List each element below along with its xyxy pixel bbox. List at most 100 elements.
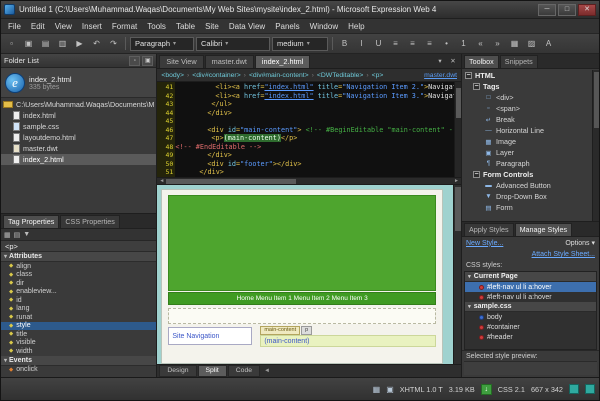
scrollbar-thumb[interactable] <box>594 72 599 128</box>
view-tabs-scroll-icon[interactable]: ◄ <box>264 368 270 374</box>
attribute-row-runat[interactable]: ◆runat <box>1 313 156 322</box>
design-scrollbar[interactable] <box>453 185 461 364</box>
style-item-body[interactable]: body <box>465 312 596 322</box>
open-file-button[interactable]: ▣ <box>21 36 36 51</box>
doctype-indicator[interactable]: XHTML 1.0 T <box>400 385 443 394</box>
breadcrumb-item-0[interactable]: <body> <box>161 72 184 79</box>
minimize-button[interactable]: ─ <box>538 4 556 16</box>
document-tab-master-dwt[interactable]: master.dwt <box>205 55 254 68</box>
folder-list-item-layoutdemo-html[interactable]: layoutdemo.html <box>1 132 156 143</box>
new-folder-button[interactable]: ▣ <box>142 56 153 66</box>
toolbox-item-break[interactable]: ↵Break <box>462 114 599 125</box>
section-header-attributes[interactable]: ▾Attributes <box>1 252 156 262</box>
attribute-row-align[interactable]: ◆align <box>1 262 156 271</box>
font-family-select[interactable]: Calibri ▾ <box>196 37 270 51</box>
toolbox-group-html[interactable]: −HTML <box>462 70 599 81</box>
align-left-button[interactable]: ≡ <box>388 36 403 51</box>
new-style-link[interactable]: New Style... <box>466 240 503 247</box>
menu-edit[interactable]: Edit <box>26 21 50 32</box>
close-document-button[interactable]: ✕ <box>447 57 459 68</box>
menu-site[interactable]: Site <box>200 21 224 32</box>
folder-list-item-index-html[interactable]: index.html <box>1 110 156 121</box>
font-size-select[interactable]: medium ▾ <box>272 37 328 51</box>
toolbox-item-advanced-button[interactable]: ▬Advanced Button <box>462 180 599 191</box>
toolbox-item-horizontal-line[interactable]: —Horizontal Line <box>462 125 599 136</box>
highlight-color-button[interactable]: ▨ <box>524 36 539 51</box>
design-header-block[interactable] <box>168 195 436 291</box>
toolbox-scrollbar[interactable] <box>592 70 599 221</box>
design-view[interactable]: Home Menu Item 1 Menu Item 2 Menu Item 3… <box>157 185 461 364</box>
menu-help[interactable]: Help <box>343 21 369 32</box>
style-item-left-nav-ul-li-a-hover[interactable]: #left-nav ul li a:hover <box>465 282 596 292</box>
panel-tab-css-properties[interactable]: CSS Properties <box>60 215 120 228</box>
design-empty-block[interactable] <box>168 308 436 324</box>
view-tab-design[interactable]: Design <box>159 365 196 377</box>
menu-file[interactable]: File <box>3 21 26 32</box>
underline-button[interactable]: U <box>371 36 386 51</box>
toolbox-item-div[interactable]: □<div> <box>462 92 599 103</box>
style-group-current-page[interactable]: ▾Current Page <box>465 272 596 282</box>
editable-region-label[interactable]: main-content <box>260 326 300 335</box>
scrollbar-thumb[interactable] <box>455 187 461 231</box>
menu-data-view[interactable]: Data View <box>224 21 270 32</box>
panel-tab-manage-styles[interactable]: Manage Styles <box>515 223 573 236</box>
scroll-right-icon[interactable]: ► <box>454 178 459 184</box>
breadcrumb-item-4[interactable]: <p> <box>372 72 384 79</box>
attribute-row-visible[interactable]: ◆visible <box>1 339 156 348</box>
alphabetical-sort-icon[interactable]: ▤ <box>14 231 21 239</box>
toolbox-item-drop-down-box[interactable]: ▼Drop-Down Box <box>462 191 599 202</box>
paragraph-style-select[interactable]: Paragraph ▾ <box>130 37 194 51</box>
menu-view[interactable]: View <box>50 21 77 32</box>
code-scrollbar[interactable] <box>454 82 461 177</box>
design-main-content[interactable]: (main-content) <box>260 335 436 347</box>
preview-in-browser-button[interactable]: ▶ <box>72 36 87 51</box>
italic-button[interactable]: I <box>354 36 369 51</box>
scrollbar-thumb[interactable] <box>166 179 296 184</box>
menu-format[interactable]: Format <box>107 21 142 32</box>
attribute-row-width[interactable]: ◆width <box>1 347 156 356</box>
document-tab-site-view[interactable]: Site View <box>159 55 203 68</box>
panel-tab-tag-properties[interactable]: Tag Properties <box>3 215 59 228</box>
borders-button[interactable]: ▦ <box>507 36 522 51</box>
toolbox-item-span[interactable]: ▫<span> <box>462 103 599 114</box>
toolbox-item-paragraph[interactable]: ¶Paragraph <box>462 158 599 169</box>
tab-list-dropdown-button[interactable]: ▾ <box>434 57 446 68</box>
attribute-row-dir[interactable]: ◆dir <box>1 279 156 288</box>
menu-panels[interactable]: Panels <box>270 21 304 32</box>
maximize-button[interactable]: □ <box>558 4 576 16</box>
attach-style-sheet-link[interactable]: Attach Style Sheet... <box>532 251 595 258</box>
new-document-button[interactable]: ▫ <box>4 36 19 51</box>
view-tab-code[interactable]: Code <box>228 365 260 377</box>
folder-tree-root[interactable]: C:\Users\Muhammad.Waqas\Documents\M <box>1 99 156 110</box>
breadcrumb-item-2[interactable]: <div#main-content> <box>249 72 309 79</box>
scroll-left-icon[interactable]: ◄ <box>159 178 164 184</box>
menu-table[interactable]: Table <box>171 21 200 32</box>
menu-tools[interactable]: Tools <box>142 21 171 32</box>
visual-aids-icon[interactable]: ▦ <box>373 385 381 394</box>
panel-tab-apply-styles[interactable]: Apply Styles <box>464 223 514 236</box>
breadcrumb-item-3[interactable]: <DWTeditable> <box>317 72 363 79</box>
style-item-header[interactable]: #header <box>465 332 596 342</box>
menu-insert[interactable]: Insert <box>77 21 107 32</box>
breadcrumb-item-1[interactable]: <div#container> <box>192 72 240 79</box>
categorized-view-icon[interactable]: ▦ <box>4 231 11 239</box>
attribute-row-style[interactable]: ◆style <box>1 322 156 331</box>
page-dimensions-indicator[interactable]: 667 x 342 <box>531 385 563 394</box>
folder-list-item-master-dwt[interactable]: master.dwt <box>1 143 156 154</box>
attribute-row-title[interactable]: ◆title <box>1 330 156 339</box>
redo-button[interactable]: ↷ <box>106 36 121 51</box>
view-tab-split[interactable]: Split <box>198 365 227 377</box>
style-group-sample-css[interactable]: ▾sample.css <box>465 302 596 312</box>
toolbox-item-form[interactable]: ▤Form <box>462 202 599 213</box>
p-tag-label[interactable]: p <box>301 326 312 335</box>
style-item-container[interactable]: #container <box>465 322 596 332</box>
folder-list-item-index-2-html[interactable]: index_2.html <box>1 154 156 165</box>
attribute-row-class[interactable]: ◆class <box>1 271 156 280</box>
section-header-events[interactable]: ▾Events <box>1 356 156 366</box>
print-button[interactable]: ▥ <box>55 36 70 51</box>
design-menu-bar[interactable]: Home Menu Item 1 Menu Item 2 Menu Item 3 <box>168 292 436 305</box>
numbered-list-button[interactable]: 1 <box>456 36 471 51</box>
template-link[interactable]: master.dwt <box>424 72 457 79</box>
increase-indent-button[interactable]: » <box>490 36 505 51</box>
align-right-button[interactable]: ≡ <box>422 36 437 51</box>
